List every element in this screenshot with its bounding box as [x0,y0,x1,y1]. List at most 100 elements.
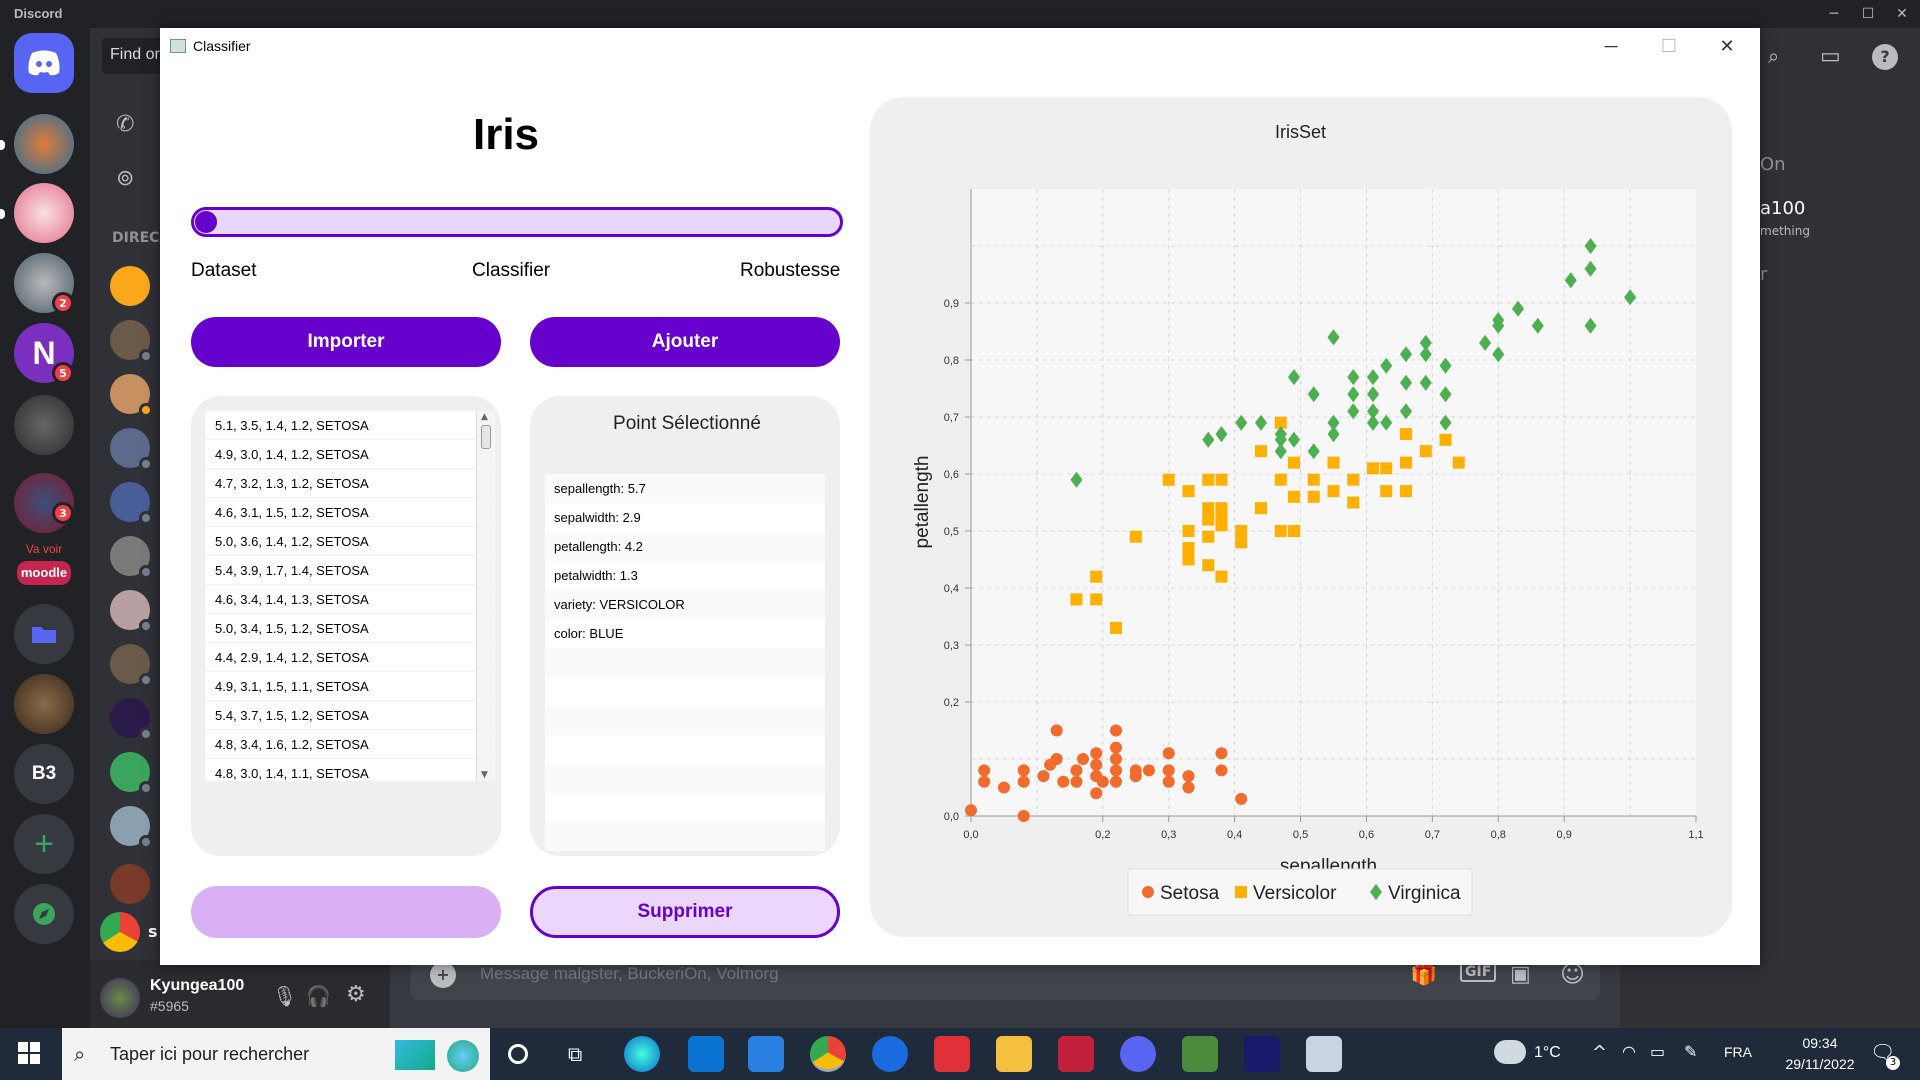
folder-icon[interactable] [14,604,74,664]
gif-icon[interactable]: GIF [1460,962,1497,982]
teamviewer-icon[interactable] [872,1036,908,1072]
list-item[interactable]: 5.4, 3.9, 1.7, 1.4, SETOSA [205,556,495,585]
java-icon[interactable] [1306,1036,1342,1072]
discord-home-icon[interactable] [14,33,74,93]
scroll-up-icon[interactable]: ▲ [481,412,488,422]
list-item[interactable]: 4.8, 3.0, 1.4, 1.1, SETOSA [205,759,495,781]
task-view-icon[interactable]: ⧉ [568,1042,582,1066]
step-progress-bar[interactable] [191,207,843,237]
point-attribute: petalwidth: 1.3 [554,568,638,583]
server-avatar[interactable] [14,183,74,243]
attach-plus-icon[interactable]: + [430,962,456,988]
window-close-button[interactable]: ✕ [1698,28,1756,64]
add-server-icon[interactable]: + [14,814,74,874]
list-item[interactable]: 5.0, 3.6, 1.4, 1.2, SETOSA [205,527,495,556]
versicolor-point [1307,490,1320,503]
dm-avatar[interactable] [110,266,150,306]
setosa-point [1110,764,1122,777]
valorant-icon[interactable] [1058,1036,1094,1072]
dm-avatar[interactable] [110,590,153,633]
dm-avatar[interactable] [110,428,153,471]
tray-chevron-icon[interactable]: ^ [1592,1042,1607,1063]
list-item[interactable]: 4.6, 3.4, 1.4, 1.3, SETOSA [205,585,495,614]
store-icon[interactable] [688,1036,724,1072]
dm-avatar[interactable] [110,752,153,795]
add-button[interactable]: Ajouter [530,317,840,367]
server-avatar[interactable] [14,114,74,174]
server-avatar[interactable] [14,674,74,734]
list-item[interactable]: 4.4, 2.9, 1.4, 1.2, SETOSA [205,643,495,672]
intellij-icon[interactable] [1244,1036,1280,1072]
dataset-list[interactable]: 5.1, 3.5, 1.4, 1.2, SETOSA 4.9, 3.0, 1.4… [205,411,495,781]
headphones-icon[interactable]: 🎧 [306,984,331,1008]
dm-avatar[interactable] [110,374,153,417]
list-item[interactable]: 4.9, 3.0, 1.4, 1.2, SETOSA [205,440,495,469]
settings-gear-icon[interactable]: ⚙ [346,982,366,1007]
language-indicator[interactable]: FRA [1724,1044,1752,1060]
nitro-icon[interactable]: ⊚ [116,166,134,191]
import-button[interactable]: Importer [191,317,501,367]
progress-knob[interactable] [195,211,217,233]
file-explorer-icon[interactable] [996,1036,1032,1072]
moodle-badge[interactable]: moodle [17,561,71,585]
y-tick-label: 0,8 [944,355,959,367]
dm-avatar[interactable] [110,644,153,687]
list-item[interactable]: 5.4, 3.7, 1.5, 1.2, SETOSA [205,701,495,730]
discord-maximize-icon[interactable]: ☐ [1854,2,1882,26]
dm-avatar[interactable] [110,536,153,579]
dm-avatar[interactable] [110,698,153,741]
list-item[interactable]: 5.1, 3.5, 1.4, 1.2, SETOSA [205,411,495,440]
list-item[interactable]: 4.8, 3.4, 1.6, 1.2, SETOSA [205,730,495,759]
gift-icon[interactable]: 🎁 [1410,962,1437,987]
setosa-point [1162,764,1175,777]
battery-icon[interactable]: ▭ [1650,1042,1665,1061]
window-maximize-button[interactable]: ☐ [1640,28,1698,64]
setosa-point [1235,792,1248,805]
chrome-dm-icon[interactable] [100,912,140,952]
wifi-icon[interactable]: ◠ [1622,1042,1636,1061]
user-avatar[interactable] [100,978,140,1018]
dm-avatar[interactable] [110,806,153,849]
minecraft-icon[interactable] [1182,1036,1218,1072]
inbox-icon[interactable]: ▭ [1820,44,1841,69]
scroll-thumb[interactable] [481,425,491,449]
globe-icon [447,1040,479,1072]
list-item[interactable]: 4.6, 3.1, 1.5, 1.2, SETOSA [205,498,495,527]
visual-studio-icon[interactable] [934,1036,970,1072]
chrome-icon[interactable] [810,1036,846,1072]
microphone-icon[interactable]: 🎙 [272,984,297,1008]
sticker-icon[interactable]: ▣ [1510,962,1531,987]
dm-avatar[interactable] [110,864,150,904]
list-item[interactable]: 4.7, 3.2, 1.3, 1.2, SETOSA [205,469,495,498]
edge-icon[interactable] [624,1036,660,1072]
mail-icon[interactable] [748,1036,784,1072]
versicolor-point [1327,485,1340,498]
y-tick-label: 0,2 [944,697,959,709]
x-tick-label: 0,8 [1491,829,1506,841]
discord-close-icon[interactable]: ✕ [1888,2,1916,26]
selected-point-title: Point Sélectionné [613,413,761,434]
explore-icon[interactable] [14,884,74,944]
help-icon[interactable]: ? [1872,44,1898,70]
discord-taskbar-icon[interactable] [1120,1036,1156,1072]
window-minimize-button[interactable]: ─ [1582,28,1640,64]
setosa-point [1090,758,1103,771]
windows-start-icon[interactable] [18,1042,40,1064]
phone-icon[interactable]: ✆ [116,112,134,137]
delete-button[interactable]: Supprimer [530,886,840,938]
setosa-point [1110,775,1122,788]
list-scrollbar[interactable]: ▲ ▼ [476,411,494,781]
list-item[interactable]: 4.9, 3.1, 1.5, 1.1, SETOSA [205,672,495,701]
dm-avatar[interactable] [110,482,153,525]
scroll-down-icon[interactable]: ▼ [481,770,488,780]
list-item[interactable]: 5.0, 3.4, 1.5, 1.2, SETOSA [205,614,495,643]
server-b3[interactable]: B3 [14,744,74,804]
dm-avatar[interactable] [110,320,153,363]
cortana-icon[interactable] [508,1044,528,1064]
discord-minimize-icon[interactable]: ─ [1820,2,1848,26]
pen-icon[interactable]: ✎ [1684,1042,1697,1061]
clock-time[interactable]: 09:34 [1790,1035,1850,1051]
search-icon[interactable]: ⌕ [1768,44,1779,68]
clock-date[interactable]: 29/11/2022 [1774,1056,1866,1072]
server-avatar[interactable] [14,395,74,455]
